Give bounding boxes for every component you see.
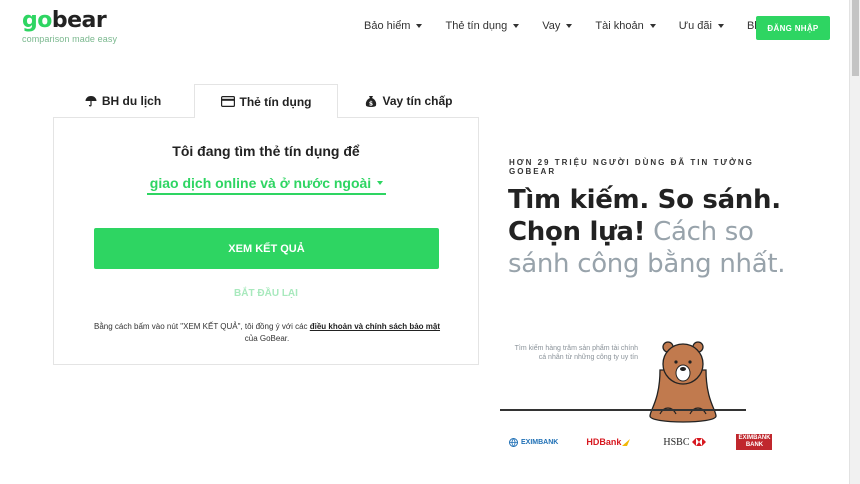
bank-logo-hsbc: HSBC <box>663 436 707 448</box>
hexagon-icon <box>692 438 707 446</box>
tab-label: BH du lịch <box>101 94 162 108</box>
nav-label: Bảo hiểm <box>364 20 411 32</box>
ground-line <box>500 409 746 411</box>
nav-item-uu-dai[interactable]: Ưu đãi <box>679 20 724 32</box>
tab-label: Vay tín chấp <box>382 94 453 108</box>
bank-name: HDBank <box>586 437 622 447</box>
page: gobear comparison made easy Bảo hiểm Thẻ… <box>0 0 860 484</box>
chevron-down-icon <box>377 181 384 185</box>
bank-name: EXIMBANK <box>521 438 559 446</box>
tab-the-tin-dung[interactable]: Thẻ tín dụng <box>194 84 338 118</box>
bank-logo-partner: EXIMBANK BANK <box>736 434 773 450</box>
bear-illustration <box>642 340 724 429</box>
bank-logo-eximbank: EXIMBANK <box>509 437 559 447</box>
sun-icon <box>622 438 631 446</box>
nav-label: Ưu đãi <box>678 20 712 32</box>
chevron-down-icon <box>513 24 520 28</box>
trust-kicker: HƠN 29 TRIỆU NGƯỜI DÙNG ĐÃ TIN TƯỞNG GOB… <box>509 158 754 176</box>
bear-caption: Tìm kiếm hàng trăm sản phẩm tài chính cá… <box>514 345 638 361</box>
main-nav: Bảo hiểm Thẻ tín dụng Vay Tài khoản Ưu đ… <box>364 20 792 32</box>
nav-item-the-tin-dung[interactable]: Thẻ tín dụng <box>445 20 520 32</box>
terms-link[interactable]: điều khoản và chính sách bảo mật <box>310 322 440 331</box>
chevron-down-icon <box>717 24 724 28</box>
tab-vay-tin-chap[interactable]: $ Vay tín chấp <box>339 84 479 118</box>
globe-icon <box>509 437 518 447</box>
nav-item-tai-khoan[interactable]: Tài khoản <box>595 20 656 32</box>
nav-label: Tài khoản <box>595 20 644 32</box>
bank-logo-hdbank: HDBank <box>586 437 631 447</box>
svg-text:$: $ <box>369 100 373 107</box>
restart-link[interactable]: BẮT ĐẦU LẠI <box>54 288 478 299</box>
nav-item-vay[interactable]: Vay <box>542 20 573 32</box>
disclaimer-text-end: của GoBear. <box>244 334 290 343</box>
search-card: Tôi đang tìm thẻ tín dụng để giao dịch o… <box>53 117 479 365</box>
bank-name: HSBC <box>663 436 690 448</box>
terms-disclaimer: Bằng cách bấm vào nút "XEM KẾT QUẢ", tôi… <box>92 321 442 345</box>
tab-label: Thẻ tín dụng <box>239 94 312 109</box>
logo-wordmark: gobear <box>22 9 117 33</box>
money-bag-icon: $ <box>365 95 377 108</box>
tab-bh-du-lich[interactable]: BH du lịch <box>53 84 193 118</box>
scrollbar-thumb[interactable] <box>852 0 859 76</box>
umbrella-icon <box>85 95 97 107</box>
nav-item-bao-hiem[interactable]: Bảo hiểm <box>364 20 423 32</box>
bank-name: EXIMBANK BANK <box>736 434 773 450</box>
chevron-down-icon <box>566 24 573 28</box>
chevron-down-icon <box>649 24 656 28</box>
nav-label: Vay <box>542 20 561 32</box>
page-scrollbar[interactable] <box>849 0 860 484</box>
gobear-logo[interactable]: gobear comparison made easy <box>22 9 118 45</box>
credit-card-icon <box>220 96 235 107</box>
logo-prefix: go <box>22 8 52 33</box>
search-title: Tôi đang tìm thẻ tín dụng để <box>172 143 360 159</box>
login-button[interactable]: ĐĂNG NHẬP <box>756 16 830 40</box>
purpose-value: giao dịch online và ở nước ngoài <box>149 175 372 191</box>
chevron-down-icon <box>416 24 423 28</box>
site-header: gobear comparison made easy Bảo hiểm Thẻ… <box>0 0 860 56</box>
hero-headline: Tìm kiếm. So sánh. Chọn lựa! Cách so sán… <box>508 184 808 280</box>
partner-banks: EXIMBANK HDBank HSBC EXIMBANK BANK <box>509 434 773 450</box>
purpose-dropdown[interactable]: giao dịch online và ở nước ngoài <box>147 173 386 195</box>
logo-tagline: comparison made easy <box>22 34 118 44</box>
nav-label: Thẻ tín dụng <box>445 20 508 32</box>
logo-suffix: bear <box>51 8 107 33</box>
view-results-button[interactable]: XEM KẾT QUẢ <box>94 228 439 269</box>
disclaimer-text: Bằng cách bấm vào nút "XEM KẾT QUẢ", tôi… <box>93 322 310 331</box>
